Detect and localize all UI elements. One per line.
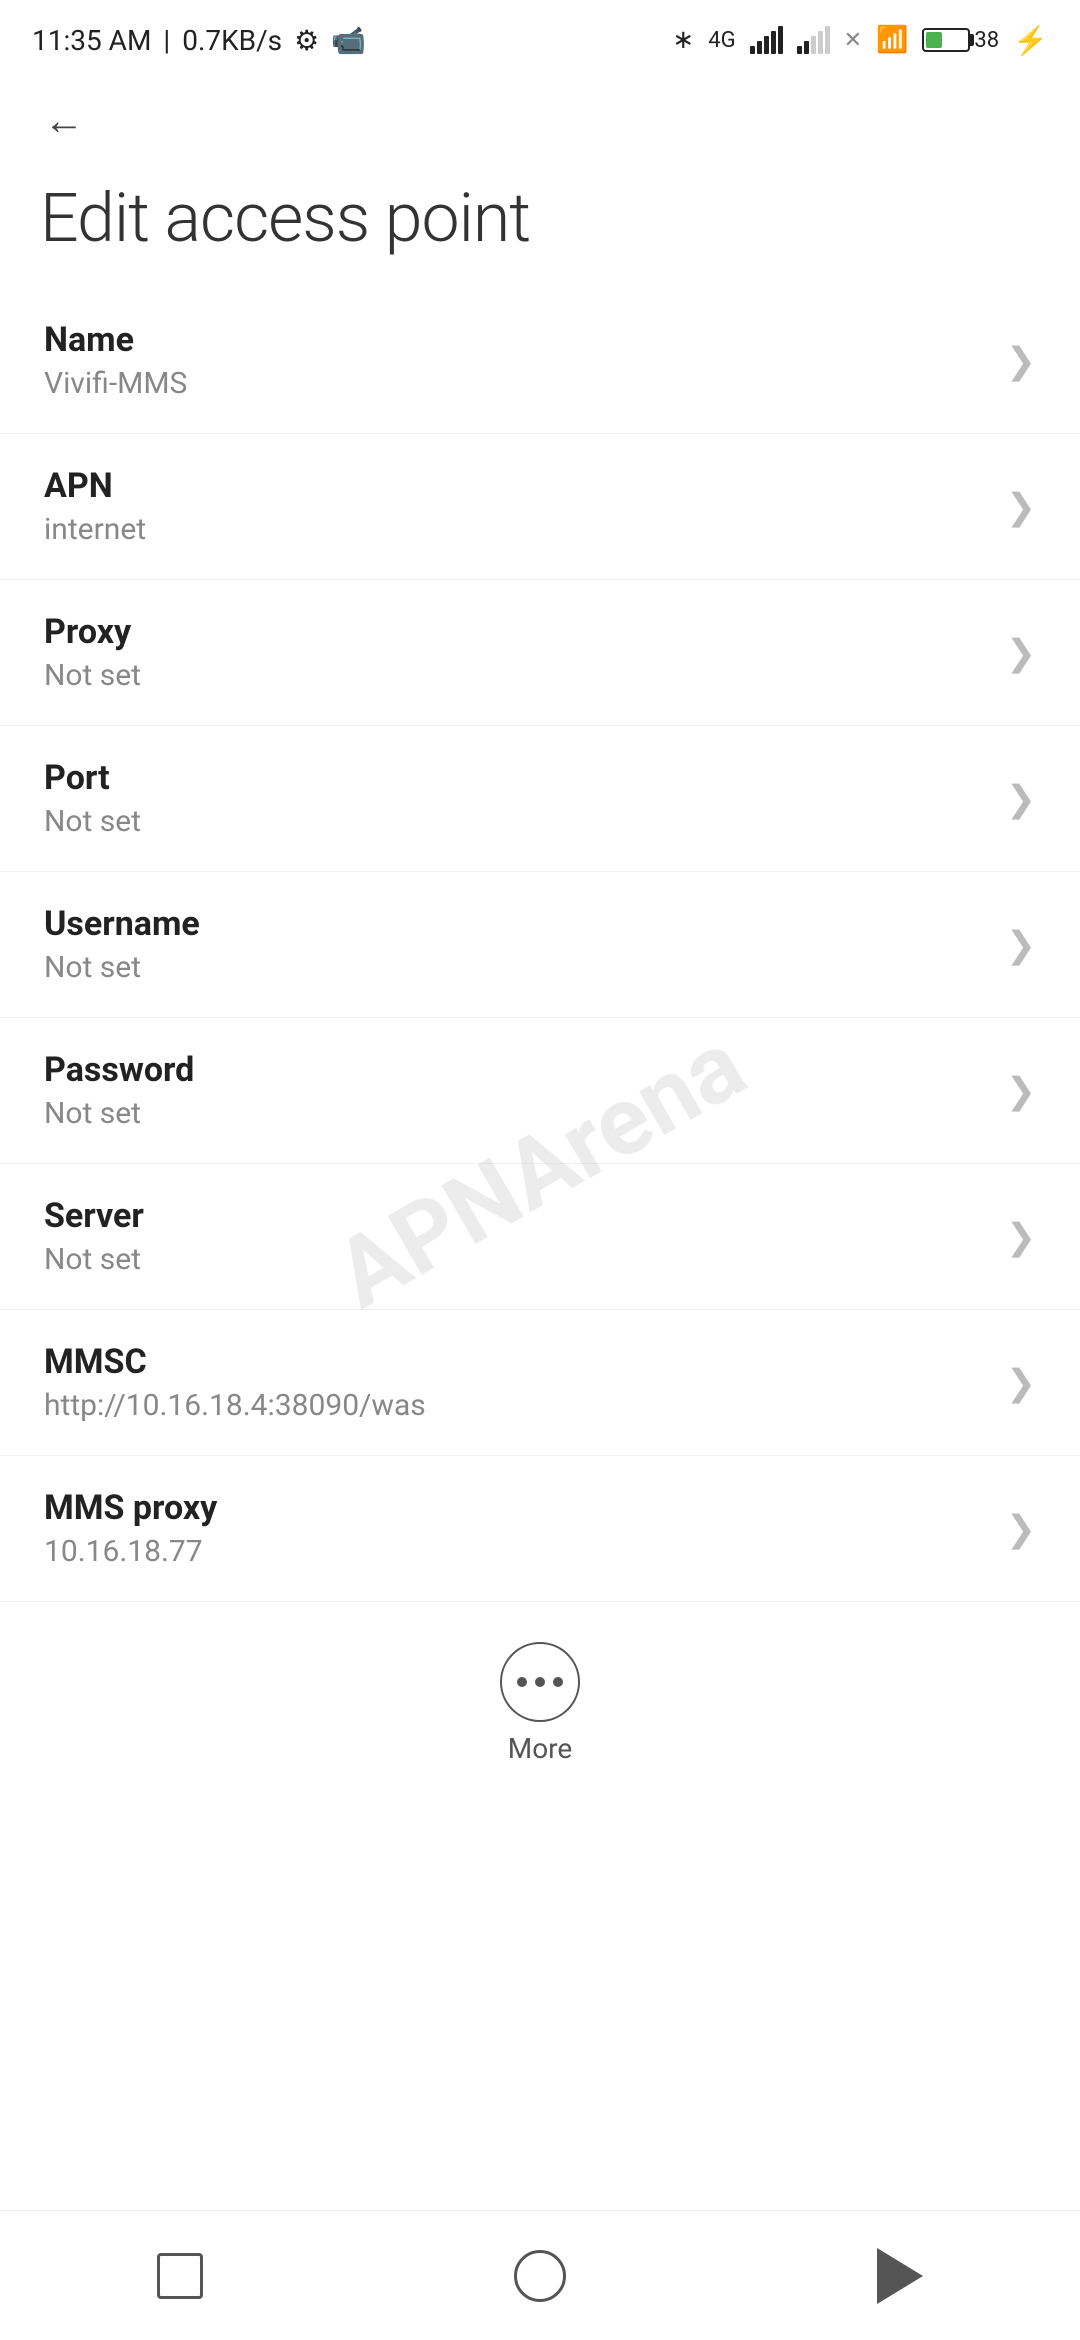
nav-recents-icon (157, 2253, 203, 2299)
chevron-right-icon: ❯ (1006, 1070, 1036, 1112)
settings-item-value: Vivifi-MMS (44, 366, 990, 401)
battery-percent: 38 (974, 28, 999, 53)
settings-item-label: Port (44, 758, 990, 798)
settings-item-mms-proxy[interactable]: MMS proxy 10.16.18.77 ❯ (0, 1456, 1080, 1602)
settings-item-label: Password (44, 1050, 990, 1090)
nav-home-icon (514, 2250, 566, 2302)
chevron-right-icon: ❯ (1006, 1508, 1036, 1550)
toolbar: ← (0, 72, 1080, 158)
settings-item-port[interactable]: Port Not set ❯ (0, 726, 1080, 872)
settings-item-value: Not set (44, 658, 990, 693)
settings-item-mmsc[interactable]: MMSC http://10.16.18.4:38090/was ❯ (0, 1310, 1080, 1456)
more-dots (517, 1677, 563, 1687)
settings-item-name[interactable]: Name Vivifi-MMS ❯ (0, 288, 1080, 434)
settings-item-value: Not set (44, 950, 990, 985)
camera-icon: 📹 (331, 24, 366, 57)
back-arrow-icon: ← (44, 97, 84, 144)
status-speed: | (163, 24, 170, 57)
settings-item-value: Not set (44, 1242, 990, 1277)
settings-item-label: MMSC (44, 1342, 990, 1382)
settings-item-content: MMS proxy 10.16.18.77 (44, 1488, 990, 1569)
settings-item-value: Not set (44, 1096, 990, 1131)
chevron-right-icon: ❯ (1006, 1362, 1036, 1404)
chevron-right-icon: ❯ (1006, 1216, 1036, 1258)
status-left: 11:35 AM | 0.7KB/s ⚙ 📹 (32, 24, 366, 57)
chevron-right-icon: ❯ (1006, 340, 1036, 382)
nav-recents-button[interactable] (140, 2236, 220, 2316)
signal-bars-2 (797, 26, 830, 54)
nav-back-icon (877, 2248, 923, 2304)
status-right: ∗ 4G ✕ 📶 38 ⚡ (672, 24, 1048, 57)
settings-item-label: Proxy (44, 612, 990, 652)
settings-item-value: 10.16.18.77 (44, 1534, 990, 1569)
battery-indicator: 38 (922, 28, 999, 53)
nav-home-button[interactable] (500, 2236, 580, 2316)
settings-icon: ⚙ (294, 24, 319, 57)
chevron-right-icon: ❯ (1006, 924, 1036, 966)
settings-item-label: APN (44, 466, 990, 506)
settings-item-label: Server (44, 1196, 990, 1236)
settings-item-apn[interactable]: APN internet ❯ (0, 434, 1080, 580)
settings-item-label: Name (44, 320, 990, 360)
chevron-right-icon: ❯ (1006, 778, 1036, 820)
settings-item-value: internet (44, 512, 990, 547)
bluetooth-icon: ∗ (672, 25, 694, 55)
wifi-icon: 📶 (876, 25, 908, 55)
settings-item-value: Not set (44, 804, 990, 839)
settings-item-value: http://10.16.18.4:38090/was (44, 1388, 990, 1423)
network-4g-icon: 4G (708, 28, 735, 53)
network-speed: 0.7KB/s (182, 24, 282, 57)
settings-item-label: Username (44, 904, 990, 944)
settings-item-username[interactable]: Username Not set ❯ (0, 872, 1080, 1018)
settings-item-content: Proxy Not set (44, 612, 990, 693)
page-title: Edit access point (0, 158, 1080, 288)
settings-item-content: Server Not set (44, 1196, 990, 1277)
settings-item-content: Password Not set (44, 1050, 990, 1131)
settings-item-password[interactable]: Password Not set ❯ (0, 1018, 1080, 1164)
more-label: More (508, 1732, 573, 1765)
more-button[interactable]: More (500, 1642, 580, 1765)
back-button[interactable]: ← (36, 92, 92, 148)
chevron-right-icon: ❯ (1006, 632, 1036, 674)
status-bar: 11:35 AM | 0.7KB/s ⚙ 📹 ∗ 4G ✕ 📶 38 (0, 0, 1080, 72)
charging-icon: ⚡ (1013, 24, 1048, 57)
status-time: 11:35 AM (32, 24, 151, 57)
more-circle-icon (500, 1642, 580, 1722)
settings-list: Name Vivifi-MMS ❯ APN internet ❯ Proxy N… (0, 288, 1080, 1602)
settings-item-content: Username Not set (44, 904, 990, 985)
settings-item-proxy[interactable]: Proxy Not set ❯ (0, 580, 1080, 726)
signal-bars-1 (750, 26, 783, 54)
settings-item-label: MMS proxy (44, 1488, 990, 1528)
settings-item-content: Name Vivifi-MMS (44, 320, 990, 401)
settings-item-content: Port Not set (44, 758, 990, 839)
settings-item-content: MMSC http://10.16.18.4:38090/was (44, 1342, 990, 1423)
nav-bar (0, 2210, 1080, 2340)
settings-item-server[interactable]: Server Not set ❯ (0, 1164, 1080, 1310)
no-signal-icon: ✕ (844, 28, 862, 53)
nav-back-button[interactable] (860, 2236, 940, 2316)
chevron-right-icon: ❯ (1006, 486, 1036, 528)
bottom-actions: More (0, 1602, 1080, 1795)
settings-item-content: APN internet (44, 466, 990, 547)
